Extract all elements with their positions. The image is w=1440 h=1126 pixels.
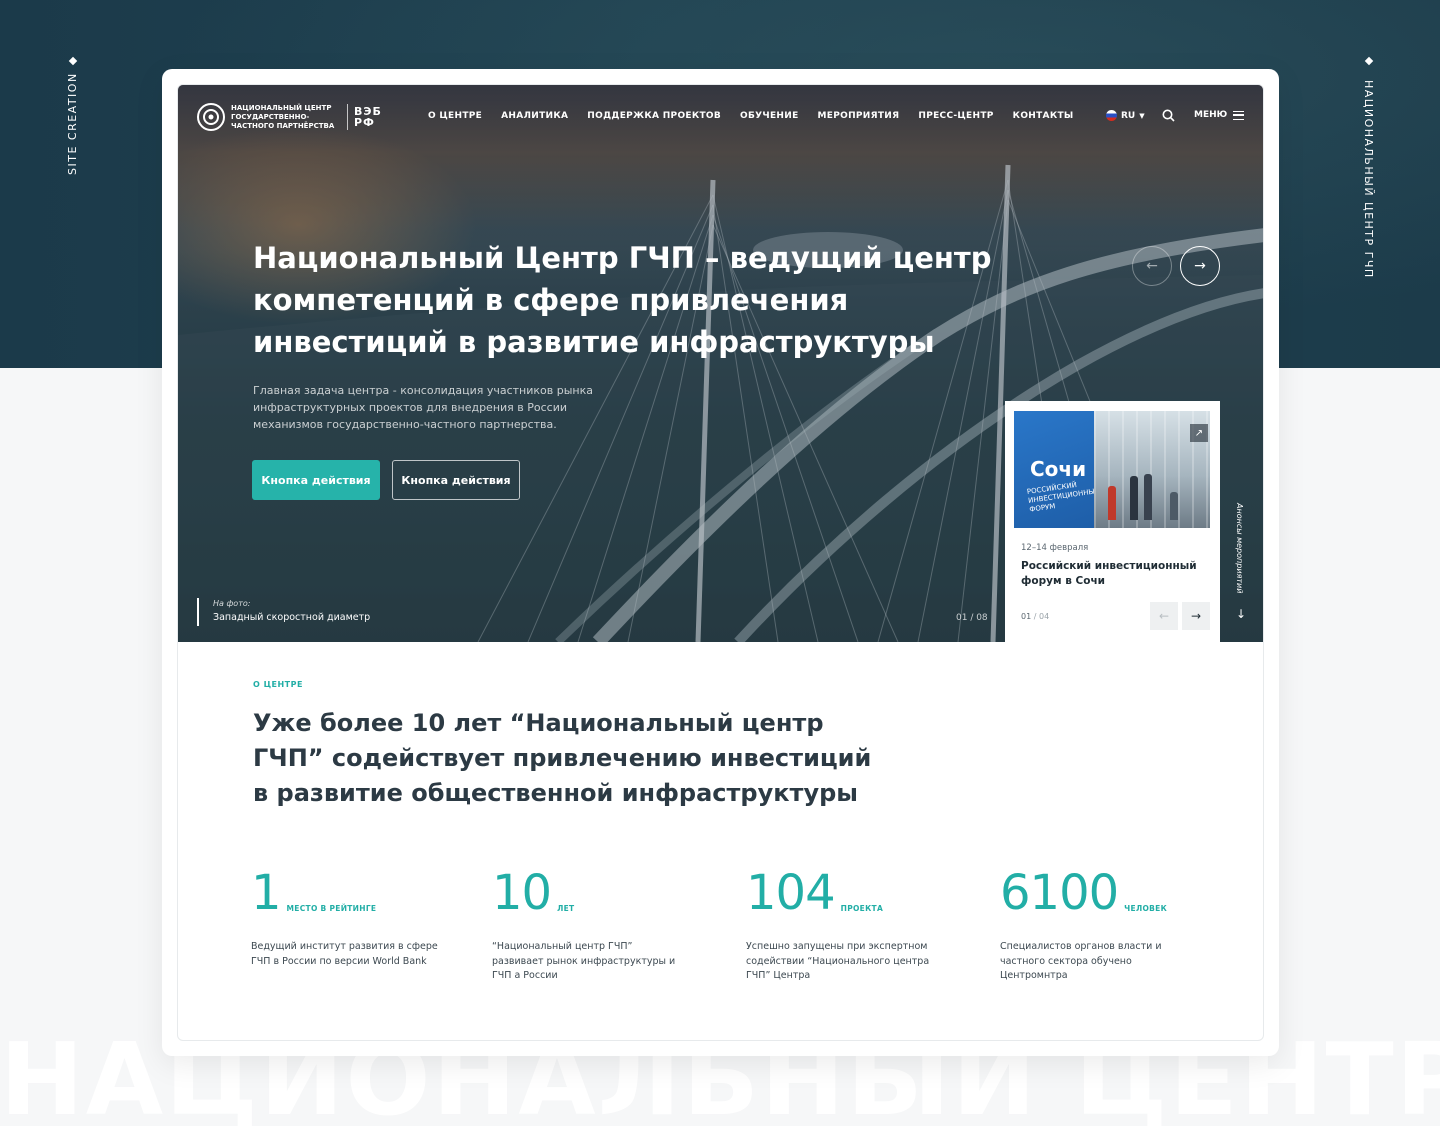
partner-logo: ВЭБ РФ [354,106,382,128]
event-counter-total: / 04 [1033,612,1050,621]
arrow-left-icon: ← [1158,609,1170,623]
stat-description: Успешно запущены при экспертном содейств… [746,941,930,981]
primary-action-button[interactable]: Кнопка действия [252,460,380,500]
nav-item-education[interactable]: ОБУЧЕНИЕ [740,111,798,121]
stat-number: 1 [251,865,282,921]
russia-flag-icon [1106,110,1117,121]
sochi-banner: Сочи РОССИЙСКИЙ ИНВЕСТИЦИОННЫЙ ФОРУМ [1014,411,1100,528]
photo-caption: На фото: Западный скоростной диаметр [197,598,370,626]
slider-prev-button[interactable]: ← [1132,246,1172,286]
logo-divider [347,104,348,130]
hero-section: НАЦИОНАЛЬНЫЙ ЦЕНТР ГОСУДАРСТВЕННО-ЧАСТНО… [178,85,1263,642]
page-frame: НАЦИОНАЛЬНЫЙ ЦЕНТР ГОСУДАРСТВЕННО-ЧАСТНО… [177,84,1264,1041]
event-image: Сочи РОССИЙСКИЙ ИНВЕСТИЦИОННЫЙ ФОРУМ ↗ [1014,411,1210,528]
site-logo[interactable]: НАЦИОНАЛЬНЫЙ ЦЕНТР ГОСУДАРСТВЕННО-ЧАСТНО… [196,102,382,132]
person-figure [1130,476,1138,520]
person-figure [1108,486,1116,520]
stat-unit: ПРОЕКТА [840,904,884,913]
nav-item-analytics[interactable]: АНАЛИТИКА [501,111,568,121]
secondary-action-button[interactable]: Кнопка действия [392,460,520,500]
caret-down-icon: ▼ [1139,111,1145,120]
event-date: 12–14 февраля [1021,543,1089,553]
person-figure [1170,492,1178,520]
event-counter-current: 01 [1021,612,1032,621]
stat-unit: ЛЕТ [557,904,575,913]
search-icon[interactable] [1162,109,1175,122]
stat-number: 10 [492,865,552,921]
hamburger-icon [1233,110,1245,120]
about-eyebrow: О ЦЕНТРЕ [253,680,303,689]
event-title[interactable]: Российский инвестиционный форум в Сочи [1021,559,1211,589]
side-label-left: SITE CREATION [66,72,79,175]
side-label-right: НАЦИОНАЛЬНЫЙ ЦЕНТР ГЧП [1362,80,1375,279]
sochi-banner-text: Сочи [1030,457,1087,481]
events-announcements-label[interactable]: Анонсы мероприятий [1235,503,1244,593]
stat-item: 1 МЕСТО В РЕЙТИНГЕ Ведущий институт разви… [251,865,438,967]
about-title: Уже более 10 лет “Национальный центр ГЧП… [253,709,872,807]
nav-item-contacts[interactable]: КОНТАКТЫ [1013,111,1074,121]
sochi-banner-subtext: РОССИЙСКИЙ ИНВЕСТИЦИОННЫЙ ФОРУМ [1026,481,1101,514]
event-counter: 01 / 04 [1021,612,1049,621]
main-nav: О ЦЕНТРЕ АНАЛИТИКА ПОДДЕРЖКА ПРОЕКТОВ ОБ… [428,111,1074,121]
stat-unit: ЧЕЛОВЕК [1124,904,1168,913]
nav-item-events[interactable]: МЕРОПРИЯТИЯ [818,111,900,121]
partner-logo-line2: РФ [354,116,375,129]
nav-item-project-support[interactable]: ПОДДЕРЖКА ПРОЕКТОВ [587,111,721,121]
hero-subtitle: Главная задача центра - консолидация уча… [253,384,593,431]
logo-emblem-icon [197,103,225,131]
stat-number: 104 [746,865,836,921]
arrow-left-icon: ← [1146,258,1158,274]
event-card[interactable]: Сочи РОССИЙСКИЙ ИНВЕСТИЦИОННЫЙ ФОРУМ ↗ 1… [1005,401,1220,642]
arrow-right-icon: → [1190,609,1202,623]
event-next-button[interactable]: → [1182,602,1210,630]
stat-description: Ведущий институт развития в сфере ГЧП в … [251,941,438,967]
stat-number: 6100 [1000,865,1119,921]
photo-caption-label: На фото: [213,599,251,608]
stat-description: “Национальный центр ГЧП” развивает рынок… [492,941,676,981]
arrow-right-icon: → [1194,258,1206,274]
menu-button[interactable]: МЕНЮ [1194,110,1245,120]
external-link-icon[interactable]: ↗ [1190,424,1208,442]
language-switcher[interactable]: RU ▼ [1106,110,1145,121]
slider-next-button[interactable]: → [1180,246,1220,286]
person-figure [1144,474,1152,520]
stat-item: 104 ПРОЕКТА Успешно запущены при экспертн… [746,865,929,981]
nav-item-press[interactable]: ПРЕСС-ЦЕНТР [918,111,993,121]
arrow-down-icon[interactable]: ↓ [1236,607,1246,621]
language-label: RU [1121,110,1136,121]
stat-item: 10 ЛЕТ “Национальный центр ГЧП” развивает… [492,865,675,981]
page-card: НАЦИОНАЛЬНЫЙ ЦЕНТР ГОСУДАРСТВЕННО-ЧАСТНО… [162,69,1279,1056]
stat-unit: МЕСТО В РЕЙТИНГЕ [286,904,377,913]
logo-text: НАЦИОНАЛЬНЫЙ ЦЕНТР ГОСУДАРСТВЕННО-ЧАСТНО… [231,103,335,130]
slide-counter: 01 / 08 [956,613,988,623]
nav-item-about[interactable]: О ЦЕНТРЕ [428,111,482,121]
stat-item: 6100 ЧЕЛОВЕК Специалистов органов власти … [1000,865,1168,981]
hero-title: Национальный Центр ГЧП – ведущий центр к… [253,241,992,359]
menu-label: МЕНЮ [1194,110,1228,120]
stat-description: Специалистов органов власти и частного с… [1000,941,1162,981]
photo-caption-text: Западный скоростной диаметр [213,612,371,623]
event-prev-button[interactable]: ← [1150,602,1178,630]
